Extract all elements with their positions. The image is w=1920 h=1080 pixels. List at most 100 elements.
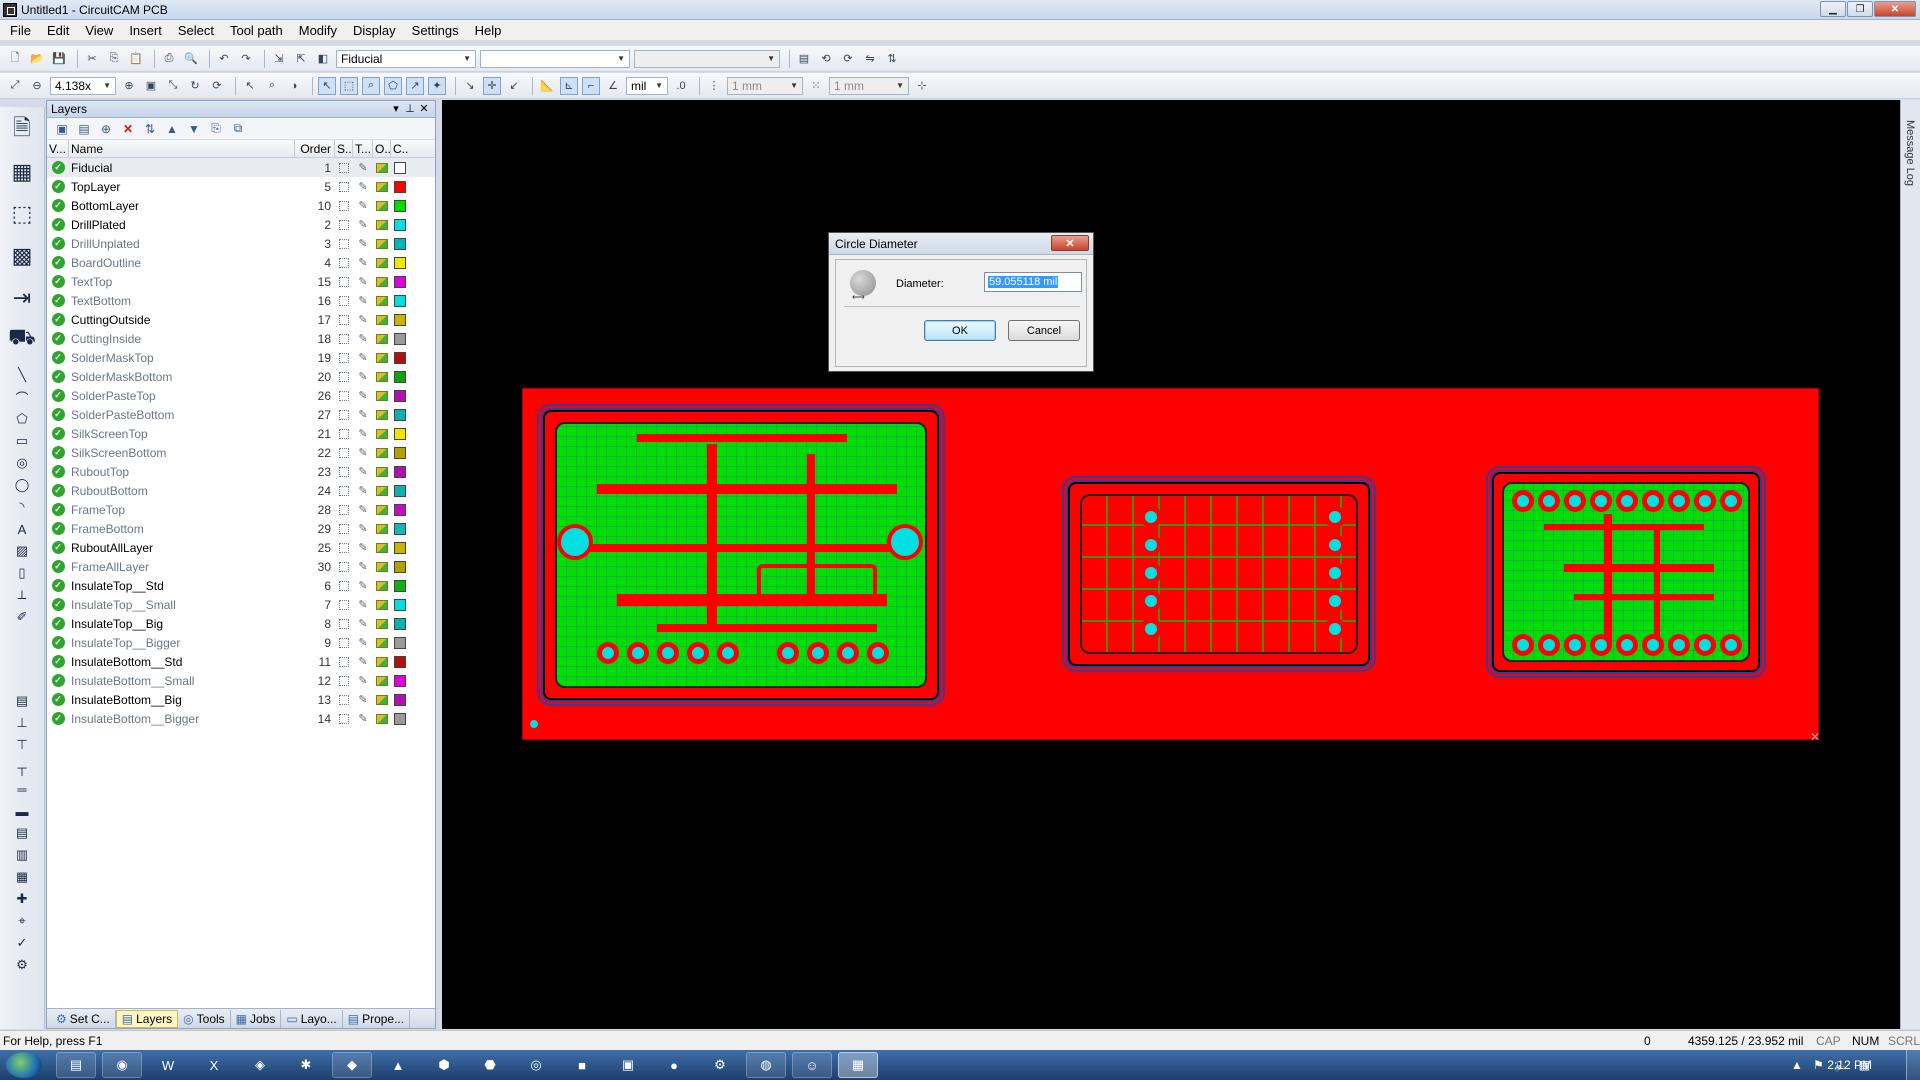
settings-taskbar-icon[interactable]: ⚙ [700,1052,740,1078]
tool-select[interactable]: ▼ [634,49,780,68]
layer-visible-toggle[interactable]: ✓ [47,256,69,269]
layer-row[interactable]: ✓ SolderMaskBottom 20 ✎ [47,367,435,386]
layer-row[interactable]: ✓ RuboutBottom 24 ✎ [47,481,435,500]
layer-output-toggle[interactable] [373,295,391,306]
layer-visible-toggle[interactable]: ✓ [47,389,69,402]
col-tool[interactable]: T... [353,139,373,158]
paste-icon[interactable]: 📋 [127,50,145,68]
layer-output-toggle[interactable] [373,409,391,420]
layer-color-swatch[interactable] [391,294,409,307]
layer-select-toggle[interactable] [335,713,353,724]
word-taskbar-icon[interactable]: W [148,1052,188,1078]
measure-icon[interactable]: 📐 [538,77,556,95]
copy-layer-icon[interactable]: ⎘ [207,121,225,137]
rubout-icon[interactable]: ▩ [6,237,38,275]
stack-up-icon[interactable]: ▥ [6,845,38,865]
properties-tool-icon[interactable]: ▤ [6,691,38,711]
crosshair-icon[interactable]: ⌖ [6,911,38,931]
col-visible[interactable]: V... [47,139,69,158]
layer-tool-icon[interactable]: ✎ [353,503,373,516]
redo-icon[interactable]: ↷ [237,50,255,68]
menu-help[interactable]: Help [475,23,502,38]
layer-tool-icon[interactable]: ✎ [353,598,373,611]
layer-select-toggle[interactable] [335,637,353,648]
new-file-icon[interactable]: 🗋 [6,50,24,68]
export-icon[interactable]: ⇱ [292,50,310,68]
layer-visible-toggle[interactable]: ✓ [47,636,69,649]
layer-color-swatch[interactable] [391,427,409,440]
layer-tool-icon[interactable]: ✎ [353,636,373,649]
insulate-icon[interactable]: ▦ [6,153,38,191]
layer-row[interactable]: ✓ InsulateTop__Small 7 ✎ [47,595,435,614]
image-tool-icon[interactable]: ▯ [6,563,38,583]
layer-icon[interactable]: ◧ [314,50,332,68]
layer-color-swatch[interactable] [391,256,409,269]
layer-output-toggle[interactable] [373,485,391,496]
layer-color-swatch[interactable] [391,560,409,573]
merge-layer-icon[interactable]: ⧉ [229,121,247,137]
layer-tool-icon[interactable]: ✎ [353,465,373,478]
layer-tool-icon[interactable]: ✎ [353,674,373,687]
layer-select-toggle[interactable] [335,333,353,344]
layer-select-toggle[interactable] [335,523,353,534]
move-down-icon[interactable]: ▼ [185,121,203,137]
tab-properties[interactable]: ▤ Prope... [343,1009,411,1028]
flip-icon[interactable]: ⇅ [883,50,901,68]
layer-select-toggle[interactable] [335,371,353,382]
design-taskbar-icon[interactable]: ⬣ [470,1052,510,1078]
grid-icon[interactable]: ⋮ [705,77,723,95]
layer-output-toggle[interactable] [373,447,391,458]
layer-tool-icon[interactable]: ✎ [353,541,373,554]
layer-visible-toggle[interactable]: ✓ [47,674,69,687]
zoom-window-icon[interactable]: ▣ [142,77,160,95]
layer-output-toggle[interactable] [373,257,391,268]
snap-end-icon[interactable]: ↙ [505,77,523,95]
layer-row[interactable]: ✓ InsulateBottom__Small 12 ✎ [47,671,435,690]
polygon-tool-icon[interactable]: ⬠ [6,409,38,429]
origin-icon[interactable]: ⊹ [913,77,931,95]
import-wizard-icon[interactable]: 🗎 [6,111,38,149]
refresh-icon[interactable]: ↻ [186,77,204,95]
layer-row[interactable]: ✓ Fiducial 1 ✎ [47,158,435,177]
layer-select-toggle[interactable] [335,352,353,363]
layer-color-swatch[interactable] [391,313,409,326]
stack-icon[interactable]: ▤ [6,823,38,843]
dialog-close-button[interactable]: ✕ [1051,235,1089,251]
layer-color-swatch[interactable] [391,275,409,288]
undo-icon[interactable]: ↶ [215,50,233,68]
text-tool-icon[interactable]: A [6,519,38,539]
align-middle-icon[interactable]: ⊤ [6,735,38,755]
layer-output-toggle[interactable] [373,637,391,648]
select-box-icon[interactable]: ⬚ [340,76,358,95]
layer-select[interactable]: Fiducial ▼ [336,49,476,68]
fiducial-mark[interactable] [530,720,538,728]
box-taskbar-icon[interactable]: ■ [562,1052,602,1078]
layer-visible-toggle[interactable]: ✓ [47,541,69,554]
layer-select-toggle[interactable] [335,694,353,705]
layer-select-toggle[interactable] [335,390,353,401]
layer-select-toggle[interactable] [335,276,353,287]
layer-color-swatch[interactable] [391,370,409,383]
contrast-icon[interactable]: ◑ [285,77,303,95]
cube-taskbar-icon[interactable]: ⬢ [424,1052,464,1078]
open-folder-icon[interactable]: 📂 [28,50,46,68]
layer-tool-icon[interactable]: ✎ [353,313,373,326]
layer-row[interactable]: ✓ TextTop 15 ✎ [47,272,435,291]
layer-row[interactable]: ✓ TextBottom 16 ✎ [47,291,435,310]
select-line-icon[interactable]: ↗ [406,76,424,95]
layer-row[interactable]: ✓ InsulateTop__Big 8 ✎ [47,614,435,633]
layer-output-toggle[interactable] [373,276,391,287]
layer-output-toggle[interactable] [373,504,391,515]
rotate-left-icon[interactable]: ⟲ [817,50,835,68]
layer-visible-toggle[interactable]: ✓ [47,408,69,421]
layer-row[interactable]: ✓ BottomLayer 10 ✎ [47,196,435,215]
save-icon[interactable]: 💾 [50,50,68,68]
layer-row[interactable]: ✓ InsulateBottom__Bigger 14 ✎ [47,709,435,728]
ok-button[interactable]: OK [924,320,996,341]
layer-visible-toggle[interactable]: ✓ [47,617,69,630]
layer-tool-icon[interactable]: ✎ [353,294,373,307]
layer-select-toggle[interactable] [335,485,353,496]
print-preview-icon[interactable]: 🔍 [182,50,200,68]
layer-row[interactable]: ✓ FrameAllLayer 30 ✎ [47,557,435,576]
layer-output-toggle[interactable] [373,238,391,249]
